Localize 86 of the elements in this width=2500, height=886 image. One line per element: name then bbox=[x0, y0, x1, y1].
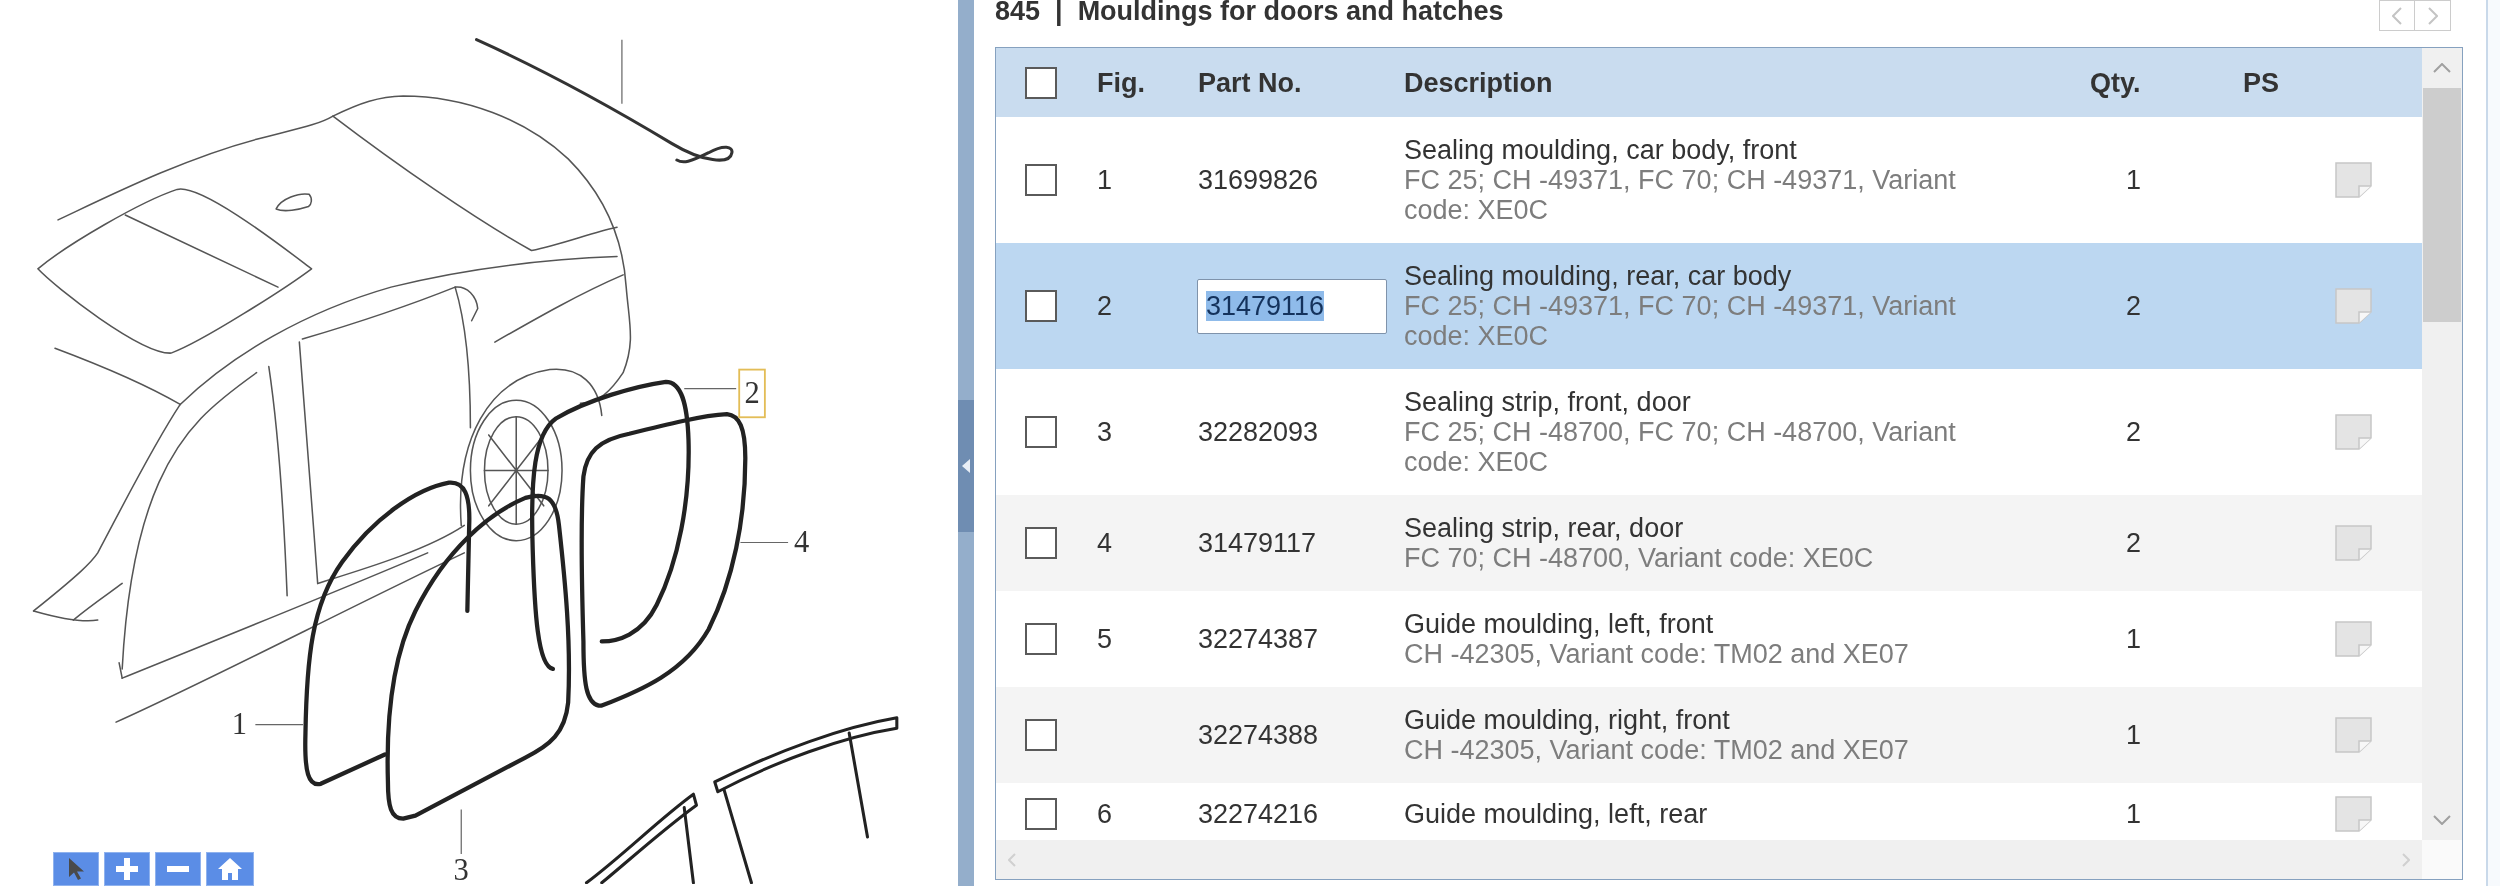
note-icon[interactable] bbox=[2335, 162, 2372, 198]
cursor-icon bbox=[68, 858, 84, 880]
chevron-right-icon bbox=[2427, 6, 2438, 25]
part-number: 31479117 bbox=[1197, 528, 1317, 558]
table-row[interactable]: 4 31479117 Sealing strip, rear, door FC 70; CH -48700, Variant code: XE0C 2 bbox=[996, 495, 2422, 591]
quantity: 1 bbox=[2126, 720, 2142, 750]
part-details: FC 25; CH -49371, FC 70; CH -49371, Variant code: XE0C bbox=[1404, 291, 1957, 351]
part-number-field[interactable]: 31479116 bbox=[1197, 278, 1387, 334]
leader-line bbox=[683, 387, 737, 390]
next-button[interactable] bbox=[2415, 0, 2451, 31]
part-number: 32282093 bbox=[1197, 417, 1319, 447]
part-details: FC 70; CH -48700, Variant code: XE0C bbox=[1404, 543, 1875, 573]
note-icon[interactable] bbox=[2335, 288, 2372, 324]
part-details: FC 25; CH -48700, FC 70; CH -48700, Variant code: XE0C bbox=[1404, 417, 1957, 477]
quantity: 2 bbox=[2126, 417, 2142, 447]
checkbox[interactable] bbox=[1025, 527, 1057, 559]
figure-number: 5 bbox=[1097, 624, 1113, 654]
callout-label[interactable]: 1 bbox=[231, 707, 248, 742]
checkbox[interactable] bbox=[1025, 290, 1057, 322]
horizontal-scrollbar[interactable] bbox=[996, 840, 2422, 879]
figure-number: 6 bbox=[1097, 799, 1113, 829]
home-button[interactable] bbox=[206, 852, 254, 886]
vertical-scrollbar[interactable] bbox=[2422, 48, 2462, 840]
checkbox[interactable] bbox=[1025, 719, 1057, 751]
note-icon[interactable] bbox=[2335, 525, 2372, 561]
part-description: Sealing moulding, rear, car body bbox=[1404, 261, 1793, 291]
part-details: FC 25; CH -49371, FC 70; CH -49371, Variant code: XE0C bbox=[1404, 165, 1957, 225]
minus-icon bbox=[167, 866, 189, 872]
part-description: Sealing strip, rear, door bbox=[1404, 513, 1685, 543]
checkbox[interactable] bbox=[1025, 623, 1057, 655]
checkbox[interactable] bbox=[1025, 164, 1057, 196]
note-icon[interactable] bbox=[2335, 796, 2372, 832]
part-description: Guide moulding, left, rear bbox=[1404, 799, 1709, 829]
zoom-in-button[interactable] bbox=[104, 852, 150, 886]
quantity: 2 bbox=[2126, 528, 2142, 558]
part-details: CH -42305, Variant code: TM02 and XE07 bbox=[1404, 639, 1910, 669]
callout-label[interactable]: 3 bbox=[453, 852, 469, 884]
figure-number: 2 bbox=[1097, 291, 1113, 321]
leader-line bbox=[739, 541, 789, 544]
part-number: 32274216 bbox=[1197, 799, 1319, 829]
callout-label[interactable]: 4 bbox=[793, 525, 810, 560]
figure-number: 4 bbox=[1097, 528, 1113, 558]
column-header: Part No. bbox=[1198, 67, 1302, 98]
caret-left-icon bbox=[962, 459, 970, 473]
part-number: 32274387 bbox=[1197, 624, 1319, 654]
quantity: 2 bbox=[2126, 291, 2142, 321]
table-row[interactable]: 32274388 Guide moulding, right, front CH -42305, Variant code: TM02 and XE07 1 bbox=[996, 687, 2422, 783]
zoom-out-button[interactable] bbox=[155, 852, 201, 886]
part-description: Guide moulding, left, front bbox=[1404, 609, 1715, 639]
scrollbar-thumb[interactable] bbox=[2423, 88, 2461, 322]
previous-button[interactable] bbox=[2379, 0, 2415, 31]
part-details: CH -42305, Variant code: TM02 and XE07 bbox=[1404, 735, 1910, 765]
home-icon bbox=[218, 858, 242, 880]
checkbox[interactable] bbox=[1025, 66, 1057, 99]
callout-label[interactable]: 2 bbox=[738, 368, 766, 419]
splitter-handle[interactable] bbox=[958, 400, 974, 532]
column-header: Fig. bbox=[1097, 67, 1145, 98]
separator: | bbox=[1055, 0, 1063, 25]
part-number: 31699826 bbox=[1197, 165, 1319, 195]
column-header: PS bbox=[2243, 67, 2280, 98]
part-description: Sealing strip, front, door bbox=[1404, 387, 1692, 417]
leader-line bbox=[460, 808, 462, 855]
quantity: 1 bbox=[2126, 165, 2142, 195]
part-number: 32274388 bbox=[1197, 720, 1319, 750]
note-icon[interactable] bbox=[2335, 621, 2372, 657]
section-number: 845 bbox=[995, 0, 1041, 25]
leader-line bbox=[254, 723, 304, 726]
figure-number: 1 bbox=[1097, 165, 1113, 195]
pointer-tool-button[interactable] bbox=[53, 852, 99, 886]
quantity: 1 bbox=[2126, 799, 2142, 829]
table-row[interactable]: 2 31479116 Sealing moulding, rear, car body FC 25; CH -49371, FC 70; CH -49371, Variant code: XE0C 2 bbox=[996, 243, 2422, 369]
leader-line bbox=[621, 39, 623, 105]
splitter-bar[interactable] bbox=[958, 0, 974, 886]
checkbox[interactable] bbox=[1025, 416, 1057, 448]
column-header: Description bbox=[1404, 67, 1553, 98]
figure-number: 3 bbox=[1097, 417, 1113, 447]
plus-icon bbox=[116, 858, 138, 880]
note-icon[interactable] bbox=[2335, 414, 2372, 450]
part-description: Guide moulding, right, front bbox=[1404, 705, 1731, 735]
note-icon[interactable] bbox=[2335, 717, 2372, 753]
section-title: Mouldings for doors and hatches bbox=[1077, 0, 1504, 25]
checkbox[interactable] bbox=[1025, 798, 1057, 830]
column-header: Qty. bbox=[2090, 67, 2141, 98]
part-description: Sealing moulding, car body, front bbox=[1404, 135, 1798, 165]
quantity: 1 bbox=[2126, 624, 2142, 654]
chevron-left-icon bbox=[2392, 6, 2402, 25]
